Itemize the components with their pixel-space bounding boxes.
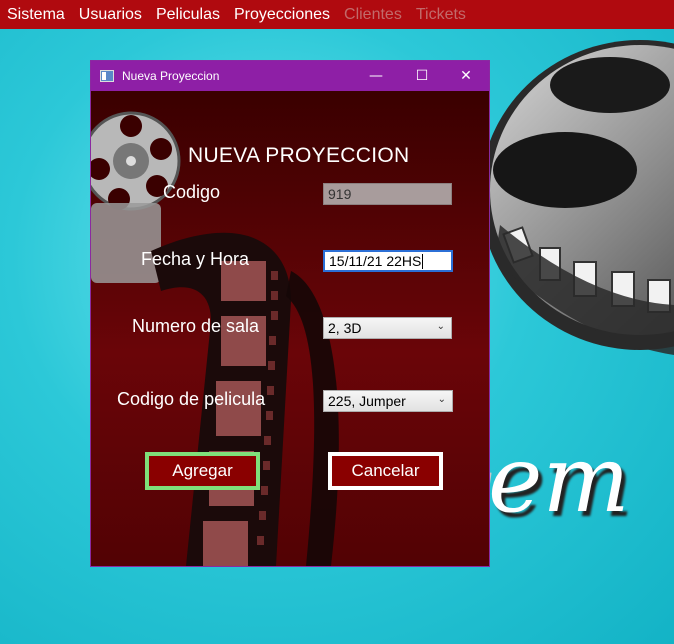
maximize-button[interactable]: ☐ (399, 61, 445, 91)
menu-clientes: Clientes (344, 5, 402, 23)
menu-sistema[interactable]: Sistema (0, 5, 72, 25)
numero-sala-select[interactable]: 2, 3D ⌄ (323, 317, 452, 339)
chevron-down-icon: ⌄ (436, 321, 445, 332)
dialog-titlebar[interactable]: Nueva Proyeccion — ☐ ✕ (91, 61, 489, 91)
codigo-pelicula-select[interactable]: 225, Jumper ⌄ (323, 390, 453, 412)
app-icon (100, 70, 114, 82)
codigo-pelicula-label: Codigo de pelicula (117, 389, 266, 409)
cancelar-button[interactable]: Cancelar (328, 452, 443, 490)
fecha-hora-value: 15/11/21 22HS (329, 253, 422, 269)
chevron-down-icon: ⌄ (437, 394, 446, 405)
numero-sala-value: 2, 3D (328, 320, 362, 336)
codigo-label: Codigo (163, 182, 221, 202)
fecha-hora-input[interactable]: 15/11/21 22HS (323, 250, 453, 272)
nueva-proyeccion-dialog: Nueva Proyeccion — ☐ ✕ NUEVA PROYECCION … (90, 60, 490, 567)
dialog-body: NUEVA PROYECCION Codigo 919 Fecha y Hora… (91, 91, 489, 566)
text-caret (422, 253, 424, 269)
background-logo-text: em (488, 426, 630, 533)
minimize-button[interactable]: — (353, 61, 399, 91)
close-button[interactable]: ✕ (443, 61, 489, 91)
form-heading: NUEVA PROYECCION (188, 144, 410, 167)
menu-proyecciones[interactable]: Proyecciones (227, 5, 337, 25)
fecha-hora-label: Fecha y Hora (141, 249, 250, 269)
menu-tickets: Tickets (415, 5, 466, 23)
codigo-pelicula-value: 225, Jumper (328, 393, 406, 409)
dialog-title: Nueva Proyeccion (122, 69, 220, 83)
menu-usuarios[interactable]: Usuarios (72, 5, 149, 25)
codigo-field: 919 (323, 183, 452, 205)
numero-sala-label: Numero de sala (132, 316, 260, 336)
agregar-button[interactable]: Agregar (145, 452, 260, 490)
menu-bar: Sistema Usuarios Peliculas Proyecciones … (0, 0, 674, 29)
menu-peliculas[interactable]: Peliculas (149, 5, 227, 25)
